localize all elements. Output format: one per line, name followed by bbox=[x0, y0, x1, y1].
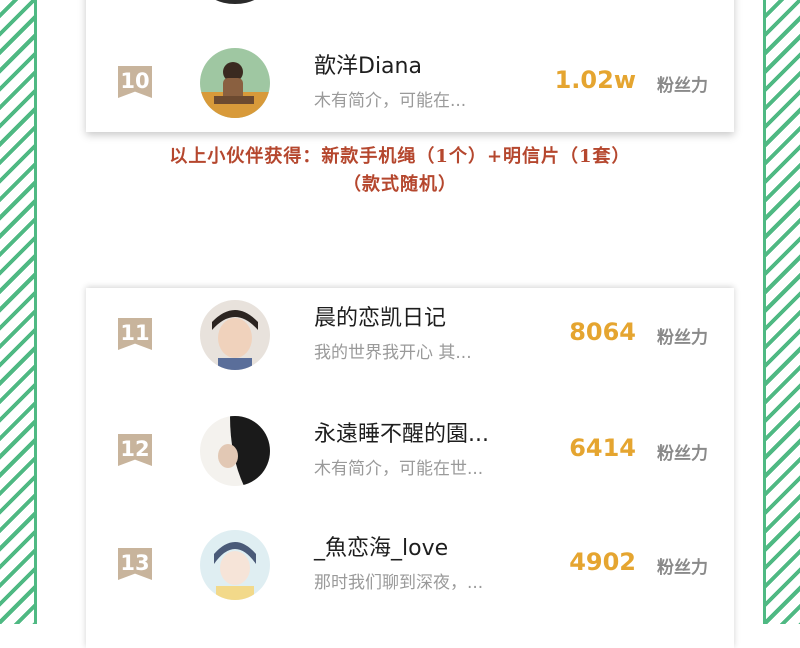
reward-text-line-2: （款式随机） bbox=[343, 174, 457, 195]
user-name[interactable]: 永遠睡不醒的園... bbox=[314, 416, 489, 448]
user-bio: 那时我们聊到深夜，... bbox=[314, 573, 484, 593]
fan-count: 4902 bbox=[569, 548, 636, 576]
avatar[interactable] bbox=[200, 48, 270, 118]
user-bio: 我的世界我开心 其... bbox=[314, 343, 472, 363]
avatar[interactable] bbox=[200, 416, 270, 486]
reward-text-line-1: 以上小伙伴获得：新款手机绳（1个）+明信片（1套） bbox=[169, 146, 631, 167]
rank-badge: 10 bbox=[118, 66, 152, 98]
user-bio: 木有简介，可能在... bbox=[314, 91, 467, 111]
fan-power-label: 粉丝力 bbox=[657, 558, 708, 578]
avatar[interactable] bbox=[200, 300, 270, 370]
user-bio: 木有简介，可能在世... bbox=[314, 459, 484, 479]
user-name[interactable]: 歆洋Diana bbox=[314, 48, 422, 80]
rank-badge: 11 bbox=[118, 318, 152, 350]
rank-badge: 13 bbox=[118, 548, 152, 580]
fan-power-label: 粉丝力 bbox=[657, 328, 708, 348]
avatar[interactable] bbox=[200, 530, 270, 600]
fan-power-label: 粉丝力 bbox=[657, 76, 708, 96]
fan-count: 8064 bbox=[569, 318, 636, 346]
user-name[interactable]: 晨的恋凯日记 bbox=[314, 300, 446, 332]
right-striped-border bbox=[763, 0, 800, 624]
list-item[interactable]: 11 晨的恋凯日记 我的世界我开心 其... 8064 粉丝力 bbox=[86, 298, 734, 388]
list-item[interactable]: 12 永遠睡不醒的園... 木有简介，可能在世... 6414 粉丝力 bbox=[86, 414, 734, 504]
list-item[interactable]: 10 歆洋Diana 木有简介，可能在... 1.02w 粉丝力 bbox=[86, 46, 734, 136]
left-striped-border bbox=[0, 0, 37, 624]
list-item[interactable]: 13 _魚恋海_love 那时我们聊到深夜，... 4902 粉丝力 bbox=[86, 528, 734, 618]
fan-count: 6414 bbox=[569, 434, 636, 462]
fan-count: 1.02w bbox=[554, 66, 636, 94]
rank-badge: 12 bbox=[118, 434, 152, 466]
fan-power-label: 粉丝力 bbox=[657, 444, 708, 464]
user-name[interactable]: _魚恋海_love bbox=[314, 530, 448, 562]
